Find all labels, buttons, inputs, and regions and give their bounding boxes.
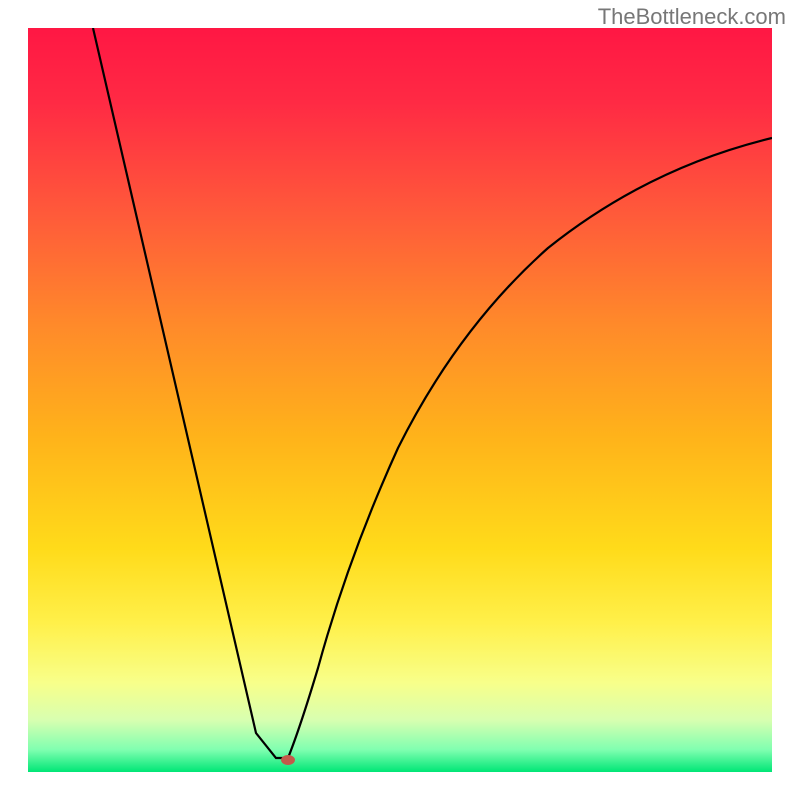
optimal-point-marker [281, 755, 295, 765]
bottleneck-chart: TheBottleneck.com [0, 0, 800, 800]
watermark-text: TheBottleneck.com [598, 4, 786, 30]
bottleneck-curve [28, 28, 772, 772]
chart-frame [28, 28, 772, 772]
